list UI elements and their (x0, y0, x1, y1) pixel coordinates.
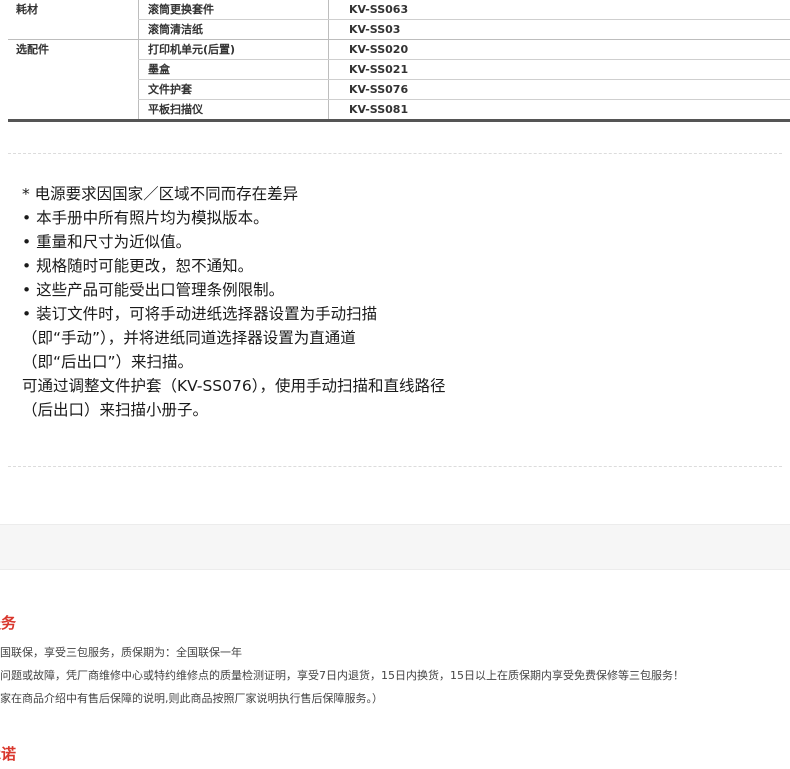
section-separator-band (0, 524, 790, 570)
code-cell: KV-SS063 (349, 3, 409, 16)
table-row: 滚筒清洁纸 KV-SS03 (8, 20, 790, 40)
item-cell: 打印机单元(后置) (148, 43, 236, 56)
note-line: （后出口）来扫描小册子。 (22, 401, 209, 419)
table-row: 墨盒 KV-SS021 (8, 60, 790, 80)
spec-notes: * 电源要求因国家／区域不同而存在差异 • 本手册中所有照片均为模拟版本。 • … (22, 182, 782, 422)
spec-table: 耗材 滚筒更换套件 KV-SS063 滚筒清洁纸 KV-SS03 选配件 打印机… (8, 0, 790, 120)
table-row: 耗材 滚筒更换套件 KV-SS063 (8, 0, 790, 20)
note-line: （即“后出口”）来扫描。 (22, 353, 194, 371)
service-section-title: 服务 (0, 614, 17, 632)
item-cell: 平板扫描仪 (148, 103, 203, 116)
category-cell: 选配件 (16, 43, 49, 56)
item-cell: 文件护套 (148, 83, 192, 96)
code-cell: KV-SS081 (349, 103, 409, 116)
note-line: * 电源要求因国家／区域不同而存在差异 (22, 185, 299, 203)
code-cell: KV-SS076 (349, 83, 409, 96)
item-cell: 滚筒更换套件 (148, 3, 214, 16)
note-line: • 这些产品可能受出口管理条例限制。 (22, 281, 285, 299)
table-row: 选配件 打印机单元(后置) KV-SS020 (8, 40, 790, 60)
service-line: 量问题或故障，凭厂商维修中心或特约维修点的质量检测证明，享受7日内退货，15日内… (0, 669, 684, 682)
table-row: 平板扫描仪 KV-SS081 (8, 100, 790, 120)
item-cell: 墨盒 (148, 63, 170, 76)
table-bottom-border (8, 119, 790, 122)
note-line: 可通过调整文件护套（KV-SS076），使用手动扫描和直线路径 (22, 377, 446, 395)
service-line: 厂家在商品介绍中有售后保障的说明,则此商品按照厂家说明执行售后保障服务。） (0, 692, 383, 705)
dashed-divider (8, 153, 782, 154)
note-line: • 本手册中所有照片均为模拟版本。 (22, 209, 269, 227)
note-line: （即“手动”），并将进纸同道选择器设置为直通道 (22, 329, 356, 347)
item-cell: 滚筒清洁纸 (148, 23, 203, 36)
note-line: • 重量和尺寸为近似值。 (22, 233, 192, 251)
code-cell: KV-SS03 (349, 23, 401, 36)
promise-section-title: 承诺 (0, 745, 17, 763)
code-cell: KV-SS020 (349, 43, 409, 56)
table-row: 文件护套 KV-SS076 (8, 80, 790, 100)
service-line: 全国联保，享受三包服务，质保期为：全国联保一年 (0, 646, 242, 659)
note-line: • 规格随时可能更改，恕不通知。 (22, 257, 254, 275)
note-line: • 装订文件时，可将手动进纸选择器设置为手动扫描 (22, 305, 378, 323)
category-cell: 耗材 (16, 3, 38, 16)
code-cell: KV-SS021 (349, 63, 409, 76)
dashed-divider (8, 466, 782, 467)
service-description: 全国联保，享受三包服务，质保期为：全国联保一年 量问题或故障，凭厂商维修中心或特… (0, 641, 684, 710)
